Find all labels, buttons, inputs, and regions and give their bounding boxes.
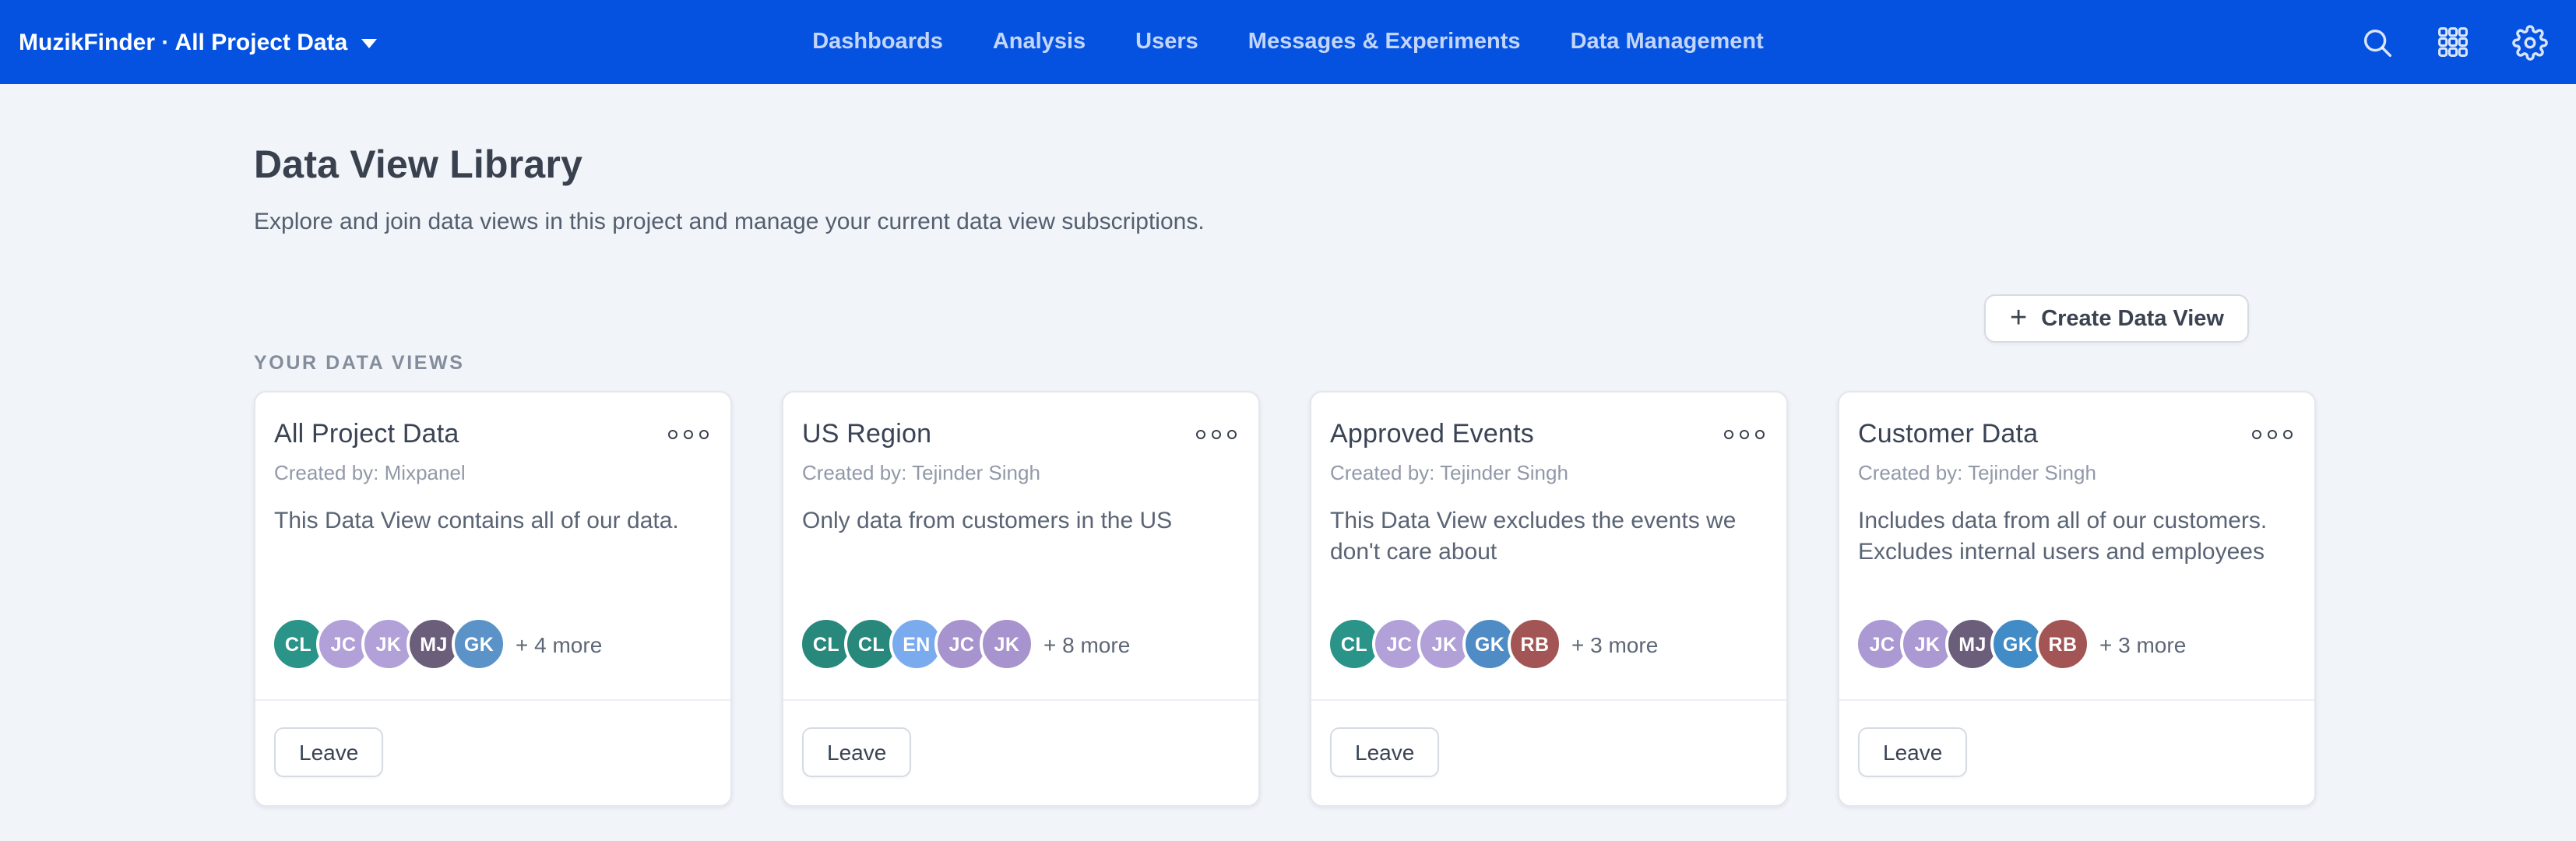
nav-item-messages-experiments[interactable]: Messages & Experiments xyxy=(1248,30,1521,55)
card-title-row: US Region xyxy=(802,419,1240,450)
data-view-card: Approved Events Created by: Tejinder Sin… xyxy=(1310,391,1788,807)
card-footer: Leave xyxy=(783,699,1258,805)
card-title-row: All Project Data xyxy=(274,419,712,450)
card-options-menu-button[interactable] xyxy=(665,427,712,442)
card-title: All Project Data xyxy=(274,419,459,450)
card-description: This Data View contains all of our data. xyxy=(274,506,712,537)
card-title: US Region xyxy=(802,419,931,450)
create-data-view-label: Create Data View xyxy=(2041,306,2224,331)
card-created-by: Created by: Tejinder Singh xyxy=(802,461,1240,484)
settings-gear-icon xyxy=(2511,24,2547,60)
topbar: MuzikFinder · All Project Data Dashboard… xyxy=(0,0,2576,84)
card-footer: Leave xyxy=(1839,699,2314,805)
settings-button[interactable] xyxy=(2511,23,2548,61)
avatar-gk: GK xyxy=(452,617,506,671)
meatball-dot-icon xyxy=(1740,430,1749,439)
apps-grid-icon xyxy=(2436,25,2470,59)
caret-down-icon xyxy=(361,39,377,48)
create-data-view-button[interactable]: + Create Data View xyxy=(1985,294,2249,343)
data-view-card: All Project Data Created by: Mixpanel Th… xyxy=(254,391,732,807)
card-options-menu-button[interactable] xyxy=(1193,427,1240,442)
section-label-your-data-views: YOUR DATA VIEWS xyxy=(254,352,2316,374)
card-description: Includes data from all of our customers.… xyxy=(1858,506,2296,568)
project-switcher-label: MuzikFinder · All Project Data xyxy=(19,29,347,55)
card-created-by: Created by: Mixpanel xyxy=(274,461,712,484)
avatar-jk: JK xyxy=(980,617,1034,671)
meatball-dot-icon xyxy=(1724,430,1733,439)
meatball-dot-icon xyxy=(2252,430,2261,439)
nav-item-users[interactable]: Users xyxy=(1135,30,1198,55)
topbar-right-actions xyxy=(2358,23,2576,61)
card-description: Only data from customers in the US xyxy=(802,506,1240,537)
meatball-dot-icon xyxy=(1212,430,1221,439)
nav-item-dashboards[interactable]: Dashboards xyxy=(812,30,943,55)
card-options-menu-button[interactable] xyxy=(1721,427,1768,442)
cards-grid: All Project Data Created by: Mixpanel Th… xyxy=(254,391,2316,807)
avatar-list: CLCLENJCJK+ 8 more xyxy=(802,617,1240,671)
leave-button[interactable]: Leave xyxy=(274,727,383,777)
avatar-list: CLJCJKMJGK+ 4 more xyxy=(274,617,712,671)
card-more-label: + 4 more xyxy=(516,632,602,656)
leave-button[interactable]: Leave xyxy=(802,727,911,777)
app-root: MuzikFinder · All Project Data Dashboard… xyxy=(0,0,2576,841)
search-button[interactable] xyxy=(2358,23,2395,61)
plus-icon: + xyxy=(2010,304,2027,333)
card-created-by: Created by: Tejinder Singh xyxy=(1858,461,2296,484)
card-more-label: + 8 more xyxy=(1043,632,1130,656)
meatball-dot-icon xyxy=(684,430,693,439)
search-icon xyxy=(2359,24,2395,60)
meatball-dot-icon xyxy=(668,430,677,439)
meatball-dot-icon xyxy=(1196,430,1205,439)
card-body: All Project Data Created by: Mixpanel Th… xyxy=(255,392,730,699)
card-title-row: Approved Events xyxy=(1330,419,1768,450)
meatball-dot-icon xyxy=(1227,430,1237,439)
card-footer: Leave xyxy=(1311,699,1786,805)
card-title: Approved Events xyxy=(1330,419,1534,450)
card-title: Customer Data xyxy=(1858,419,2038,450)
meatball-dot-icon xyxy=(699,430,709,439)
avatar-rb: RB xyxy=(2036,617,2090,671)
main-content: Data View Library Explore and join data … xyxy=(0,84,2576,807)
card-options-menu-button[interactable] xyxy=(2249,427,2296,442)
nav-item-analysis[interactable]: Analysis xyxy=(993,30,1086,55)
meatball-dot-icon xyxy=(2283,430,2293,439)
data-view-card: US Region Created by: Tejinder Singh Onl… xyxy=(782,391,1260,807)
leave-button[interactable]: Leave xyxy=(1858,727,1967,777)
card-more-label: + 3 more xyxy=(1571,632,1658,656)
leave-button[interactable]: Leave xyxy=(1330,727,1439,777)
card-body: Approved Events Created by: Tejinder Sin… xyxy=(1311,392,1786,699)
card-more-label: + 3 more xyxy=(2099,632,2186,656)
card-footer: Leave xyxy=(255,699,730,805)
meatball-dot-icon xyxy=(1755,430,1765,439)
avatar-rb: RB xyxy=(1508,617,1562,671)
apps-grid-button[interactable] xyxy=(2434,23,2472,61)
page-subtitle: Explore and join data views in this proj… xyxy=(254,206,2316,240)
avatar-list: JCJKMJGKRB+ 3 more xyxy=(1858,617,2296,671)
card-body: US Region Created by: Tejinder Singh Onl… xyxy=(783,392,1258,699)
page-title: Data View Library xyxy=(254,84,2316,188)
nav-item-data-management[interactable]: Data Management xyxy=(1571,30,1764,55)
data-view-card: Customer Data Created by: Tejinder Singh… xyxy=(1838,391,2316,807)
card-title-row: Customer Data xyxy=(1858,419,2296,450)
card-created-by: Created by: Tejinder Singh xyxy=(1330,461,1768,484)
project-switcher[interactable]: MuzikFinder · All Project Data xyxy=(0,29,396,55)
avatar-list: CLJCJKGKRB+ 3 more xyxy=(1330,617,1768,671)
card-description: This Data View excludes the events we do… xyxy=(1330,506,1768,568)
card-body: Customer Data Created by: Tejinder Singh… xyxy=(1839,392,2314,699)
meatball-dot-icon xyxy=(2268,430,2277,439)
